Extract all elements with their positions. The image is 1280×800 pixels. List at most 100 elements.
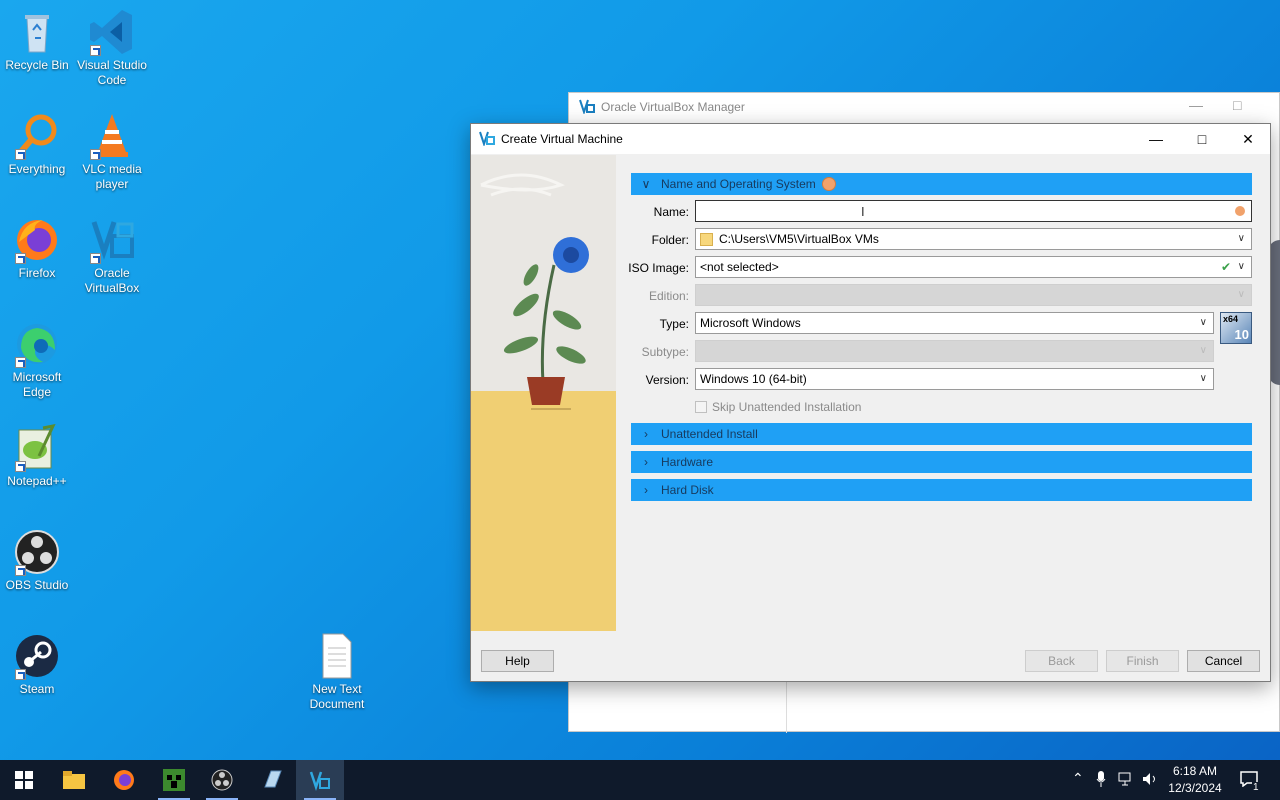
- iso-image-select[interactable]: <not selected> ✔ ∨: [695, 256, 1252, 278]
- version-select[interactable]: Windows 10 (64-bit) ∨: [695, 368, 1214, 390]
- subtype-select[interactable]: ∨: [695, 340, 1214, 362]
- desktop-icon-label: Microsoft Edge: [12, 370, 62, 399]
- desktop-icon-recycle-bin[interactable]: Recycle Bin: [0, 8, 74, 73]
- skip-unattended-checkbox[interactable]: Skip Unattended Installation: [695, 400, 861, 414]
- obs-icon: [211, 769, 233, 791]
- chevron-down-icon: ∨: [1199, 317, 1207, 328]
- dialog-title: Create Virtual Machine: [501, 132, 623, 146]
- section-name-os[interactable]: ∨ Name and Operating System: [631, 173, 1252, 195]
- chevron-right-icon: ›: [644, 455, 648, 469]
- wizard-illustration: [471, 155, 616, 631]
- firefox-icon: [114, 770, 134, 790]
- window-title: Oracle VirtualBox Manager: [601, 100, 745, 114]
- skip-unattended-label: Skip Unattended Installation: [712, 400, 862, 414]
- desktop-icon-vlc[interactable]: VLC media player: [75, 112, 149, 192]
- folder-icon: [63, 771, 85, 789]
- finish-button[interactable]: Finish: [1106, 650, 1179, 672]
- virtualbox-icon: [479, 130, 495, 149]
- text-cursor-icon: I: [861, 204, 865, 219]
- back-button[interactable]: Back: [1025, 650, 1098, 672]
- chevron-right-icon: ›: [644, 483, 648, 497]
- taskbar-file-explorer[interactable]: [50, 760, 98, 800]
- network-icon[interactable]: [1118, 772, 1134, 789]
- desktop-icon-edge[interactable]: Microsoft Edge: [0, 320, 74, 400]
- text-document-icon: [313, 632, 361, 680]
- steam-icon: [13, 632, 61, 680]
- desktop-icon-label: Everything: [8, 162, 66, 176]
- edition-label: Edition:: [648, 289, 689, 303]
- taskbar-virtualbox[interactable]: [296, 760, 344, 800]
- everything-icon: [13, 112, 61, 160]
- desktop-icon-everything[interactable]: Everything: [0, 112, 74, 177]
- desktop-icon-label: Visual Studio Code: [77, 58, 147, 87]
- minimize-button[interactable]: —: [1133, 124, 1179, 154]
- firefox-icon: [13, 216, 61, 264]
- section-label: Hard Disk: [661, 483, 714, 497]
- clock-date[interactable]: 12/3/2024: [1166, 781, 1224, 795]
- vscode-icon: [88, 8, 136, 56]
- chevron-down-icon: ∨: [1237, 261, 1245, 272]
- chevron-down-icon: ∨: [641, 177, 651, 191]
- virtualbox-icon: [309, 771, 330, 791]
- desktop-icon-virtualbox[interactable]: Oracle VirtualBox: [75, 216, 149, 296]
- desktop-icon-vscode[interactable]: Visual Studio Code: [75, 8, 149, 88]
- chevron-down-icon: ∨: [1237, 289, 1245, 300]
- desktop-icon-label: New Text Document: [309, 682, 365, 711]
- desktop-icon-label: Recycle Bin: [5, 58, 69, 72]
- notification-count: 1: [1252, 782, 1260, 793]
- maximize-icon[interactable]: □: [1233, 97, 1241, 113]
- desktop-icon-firefox[interactable]: Firefox: [0, 216, 74, 281]
- desktop-icon-steam[interactable]: Steam: [0, 632, 74, 697]
- desktop-icon-obs[interactable]: OBS Studio: [0, 528, 74, 593]
- section-hardware[interactable]: › Hardware: [631, 451, 1252, 473]
- desktop-icon-label: Firefox: [18, 266, 56, 280]
- minimize-icon[interactable]: —: [1189, 97, 1203, 113]
- close-button[interactable]: ✕: [1225, 124, 1271, 154]
- taskbar-minecraft[interactable]: [150, 760, 198, 800]
- type-label: Type:: [659, 317, 689, 331]
- taskbar-obs[interactable]: [198, 760, 246, 800]
- chevron-up-icon[interactable]: ⌃: [1072, 770, 1084, 787]
- desktop-icon-label: VLC media player: [82, 162, 142, 191]
- checkmark-icon: ✔: [1220, 260, 1231, 274]
- minecraft-icon: [163, 769, 185, 791]
- section-unattended-install[interactable]: › Unattended Install: [631, 423, 1252, 445]
- notepad-icon: [264, 770, 282, 788]
- desktop-icon-new-text-document[interactable]: New Text Document: [300, 632, 374, 712]
- divider: [786, 681, 787, 733]
- name-input[interactable]: I: [695, 200, 1252, 222]
- clock-time[interactable]: 6:18 AM: [1172, 764, 1218, 778]
- section-label: Hardware: [661, 455, 714, 469]
- virtualbox-icon: [88, 216, 136, 264]
- start-button[interactable]: [0, 760, 48, 800]
- microphone-icon[interactable]: [1096, 771, 1106, 790]
- name-label: Name:: [653, 205, 689, 219]
- version-label: Version:: [645, 373, 689, 387]
- chevron-right-icon: ›: [644, 427, 648, 441]
- folder-select[interactable]: C:\Users\VM5\VirtualBox VMs ∨: [695, 228, 1252, 250]
- subtype-label: Subtype:: [641, 345, 689, 359]
- folder-label: Folder:: [651, 233, 689, 247]
- edge-icon: [13, 320, 61, 368]
- create-vm-dialog[interactable]: Create Virtual Machine — □ ✕ ∨ Name and …: [470, 123, 1271, 682]
- taskbar: ⌃ 6:18 AM 12/3/2024 1: [0, 760, 1280, 800]
- taskbar-firefox[interactable]: [100, 760, 148, 800]
- window-titlebar: Oracle VirtualBox Manager: [569, 93, 1279, 121]
- cancel-button[interactable]: Cancel: [1187, 650, 1260, 672]
- recycle-bin-icon: [13, 8, 61, 56]
- vlc-icon: [88, 112, 136, 160]
- desktop-icon-label: Oracle VirtualBox: [84, 266, 140, 295]
- volume-icon[interactable]: [1142, 772, 1158, 789]
- section-hard-disk[interactable]: › Hard Disk: [631, 479, 1252, 501]
- edition-select[interactable]: ∨: [695, 284, 1252, 306]
- chevron-down-icon: ∨: [1237, 233, 1245, 244]
- maximize-button[interactable]: □: [1179, 124, 1225, 154]
- help-button[interactable]: Help: [481, 650, 554, 672]
- notepadpp-icon: [13, 423, 61, 472]
- os-type-badge: x64 10: [1220, 312, 1252, 344]
- taskbar-notepad-app[interactable]: [248, 760, 296, 800]
- type-select[interactable]: Microsoft Windows ∨: [695, 312, 1214, 334]
- iso-image-label: ISO Image:: [628, 261, 689, 275]
- windows-icon: [15, 771, 33, 789]
- desktop-icon-notepadpp[interactable]: Notepad++: [0, 423, 74, 489]
